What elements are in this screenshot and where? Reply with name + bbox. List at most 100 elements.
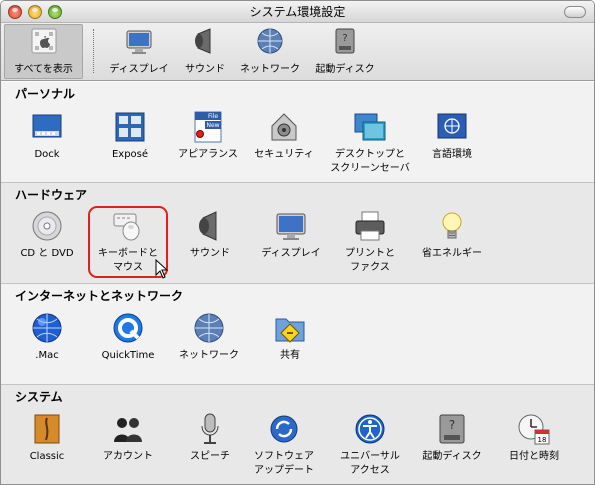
pane-appearance[interactable]: File New アピアランス (165, 110, 251, 162)
new-menu-text: New (206, 122, 219, 129)
printer-icon (355, 211, 385, 241)
system-preferences-window: システム環境設定 すべてを表示 ディスプレイ サウンド ネットワーク ? 起動デ… (0, 0, 595, 485)
pane-software-update[interactable]: ソフトウェア アップデート (241, 412, 327, 478)
section-internet-network: インターネットとネットワーク .Mac QuickTime ネットワーク 共有 (1, 284, 594, 385)
toolbar-toggle-button[interactable] (564, 6, 586, 18)
mouse-pointer-icon (155, 259, 169, 279)
pane-sound[interactable]: サウンド (167, 209, 253, 261)
pane-security[interactable]: セキュリティ (241, 110, 327, 162)
pane-startup-disk[interactable]: ? 起動ディスク (409, 412, 495, 464)
pane-cd-dvd[interactable]: CD と DVD (4, 209, 90, 261)
zoom-window-button[interactable] (48, 5, 62, 19)
sharing-folder-icon (275, 318, 305, 343)
desktop-screensaver-icon (354, 113, 386, 141)
pane-label: セキュリティ (254, 149, 314, 160)
cd-icon (32, 211, 62, 241)
pane-label: デスクトップと スクリーンセーバ (330, 149, 410, 174)
pane-international[interactable]: 言語環境 (409, 110, 495, 162)
pane-label: Dock (34, 149, 60, 160)
pane-label: ネットワーク (179, 350, 239, 361)
dock-icon (32, 114, 62, 138)
pane-dock[interactable]: Dock (4, 110, 90, 162)
window-title: システム環境設定 (249, 5, 346, 19)
pane-label: 共有 (280, 350, 300, 361)
pane-desktop-screensaver[interactable]: デスクトップと スクリーンセーバ (327, 110, 413, 176)
pane-label: 省エネルギー (422, 248, 482, 259)
toolbar-sound-button[interactable]: サウンド (177, 26, 233, 78)
expose-icon (115, 112, 145, 142)
security-house-icon (271, 113, 297, 141)
toolbar-network-button[interactable]: ネットワーク (235, 26, 305, 78)
show-all-label: すべてを表示 (14, 64, 73, 75)
speaker-icon (195, 28, 211, 54)
software-update-icon (270, 415, 298, 443)
close-window-button[interactable] (8, 5, 22, 19)
calendar-day-text: 18 (538, 436, 547, 444)
pane-label: プリントと ファクス (345, 248, 395, 273)
minimize-window-button[interactable] (28, 5, 42, 19)
pane-quicktime[interactable]: QuickTime (85, 311, 171, 363)
clock-calendar-icon: 18 (518, 414, 550, 445)
pane-label: アカウント (103, 451, 153, 462)
preference-panes: パーソナル Dock Exposé File New アピアランス セキュリティ… (1, 82, 594, 484)
pane-label: Exposé (111, 149, 149, 160)
pane-label: アピアランス (178, 149, 238, 160)
section-title-system: システム (15, 390, 63, 404)
pane-sharing[interactable]: 共有 (247, 311, 333, 363)
pane-date-time[interactable]: 18 日付と時刻 (491, 412, 577, 464)
quicktime-icon (113, 313, 143, 343)
section-title-internet: インターネットとネットワーク (15, 289, 184, 303)
section-title-personal: パーソナル (15, 87, 76, 101)
section-personal: パーソナル Dock Exposé File New アピアランス セキュリティ… (1, 82, 594, 183)
speaker-icon (199, 211, 217, 241)
svg-text:?: ? (342, 33, 347, 44)
toolbar-network-label: ネットワーク (240, 64, 300, 75)
pane-label: .Mac (35, 350, 59, 361)
toolbar-sound-label: サウンド (185, 64, 225, 75)
pane-accounts[interactable]: アカウント (85, 412, 171, 464)
pane-label: ユニバーサル アクセス (340, 451, 400, 476)
pane-label: 言語環境 (432, 149, 472, 160)
universal-access-icon (355, 414, 385, 444)
show-all-item[interactable]: すべてを表示 (6, 26, 81, 78)
hard-disk-icon: ? (335, 28, 355, 54)
svg-text:?: ? (449, 418, 455, 432)
toolbar: すべてを表示 ディスプレイ サウンド ネットワーク ? 起動ディスク (1, 23, 594, 81)
toolbar-startup-disk-label: 起動ディスク (315, 64, 375, 75)
display-icon (126, 30, 152, 54)
pane-print-fax[interactable]: プリントと ファクス (327, 209, 413, 275)
pane-label: ソフトウェア アップデート (254, 451, 314, 476)
section-system: システム Classic アカウント スピーチ ソフトウェア アップデート ユニ… (1, 385, 594, 484)
pane-displays[interactable]: ディスプレイ (248, 209, 334, 261)
file-menu-text: File (208, 113, 218, 120)
pane-universal-access[interactable]: ユニバーサル アクセス (327, 412, 413, 478)
apple-grid-icon (31, 28, 56, 54)
pane-label: CD と DVD (20, 248, 74, 259)
pane-energy-saver[interactable]: 省エネルギー (409, 209, 495, 261)
pane-label: Classic (29, 451, 65, 462)
toolbar-startup-disk-button[interactable]: ? 起動ディスク (309, 26, 381, 78)
section-title-hardware: ハードウェア (15, 188, 88, 202)
display-icon (276, 213, 306, 240)
pane-network[interactable]: ネットワーク (166, 311, 252, 363)
network-globe-icon (194, 313, 224, 343)
accounts-people-icon (114, 418, 142, 442)
appearance-icon: File New (194, 111, 222, 143)
pane-label: 日付と時刻 (509, 451, 559, 462)
hard-disk-icon: ? (439, 414, 465, 444)
classic-icon (34, 414, 60, 444)
toolbar-separator (93, 29, 94, 73)
pane-label: QuickTime (101, 350, 155, 361)
toolbar-display-button[interactable]: ディスプレイ (103, 26, 175, 78)
pane-label: ディスプレイ (261, 248, 321, 259)
pane-label: 起動ディスク (422, 451, 482, 462)
dotmac-globe-icon (32, 313, 62, 343)
pane-classic[interactable]: Classic (4, 412, 90, 464)
un-flag-icon (437, 113, 467, 139)
pane-expose[interactable]: Exposé (87, 110, 173, 162)
microphone-icon (201, 413, 219, 444)
toolbar-display-label: ディスプレイ (109, 64, 169, 75)
pane-label: サウンド (190, 248, 230, 259)
network-globe-icon (257, 28, 283, 54)
pane-dotmac[interactable]: .Mac (4, 311, 90, 363)
